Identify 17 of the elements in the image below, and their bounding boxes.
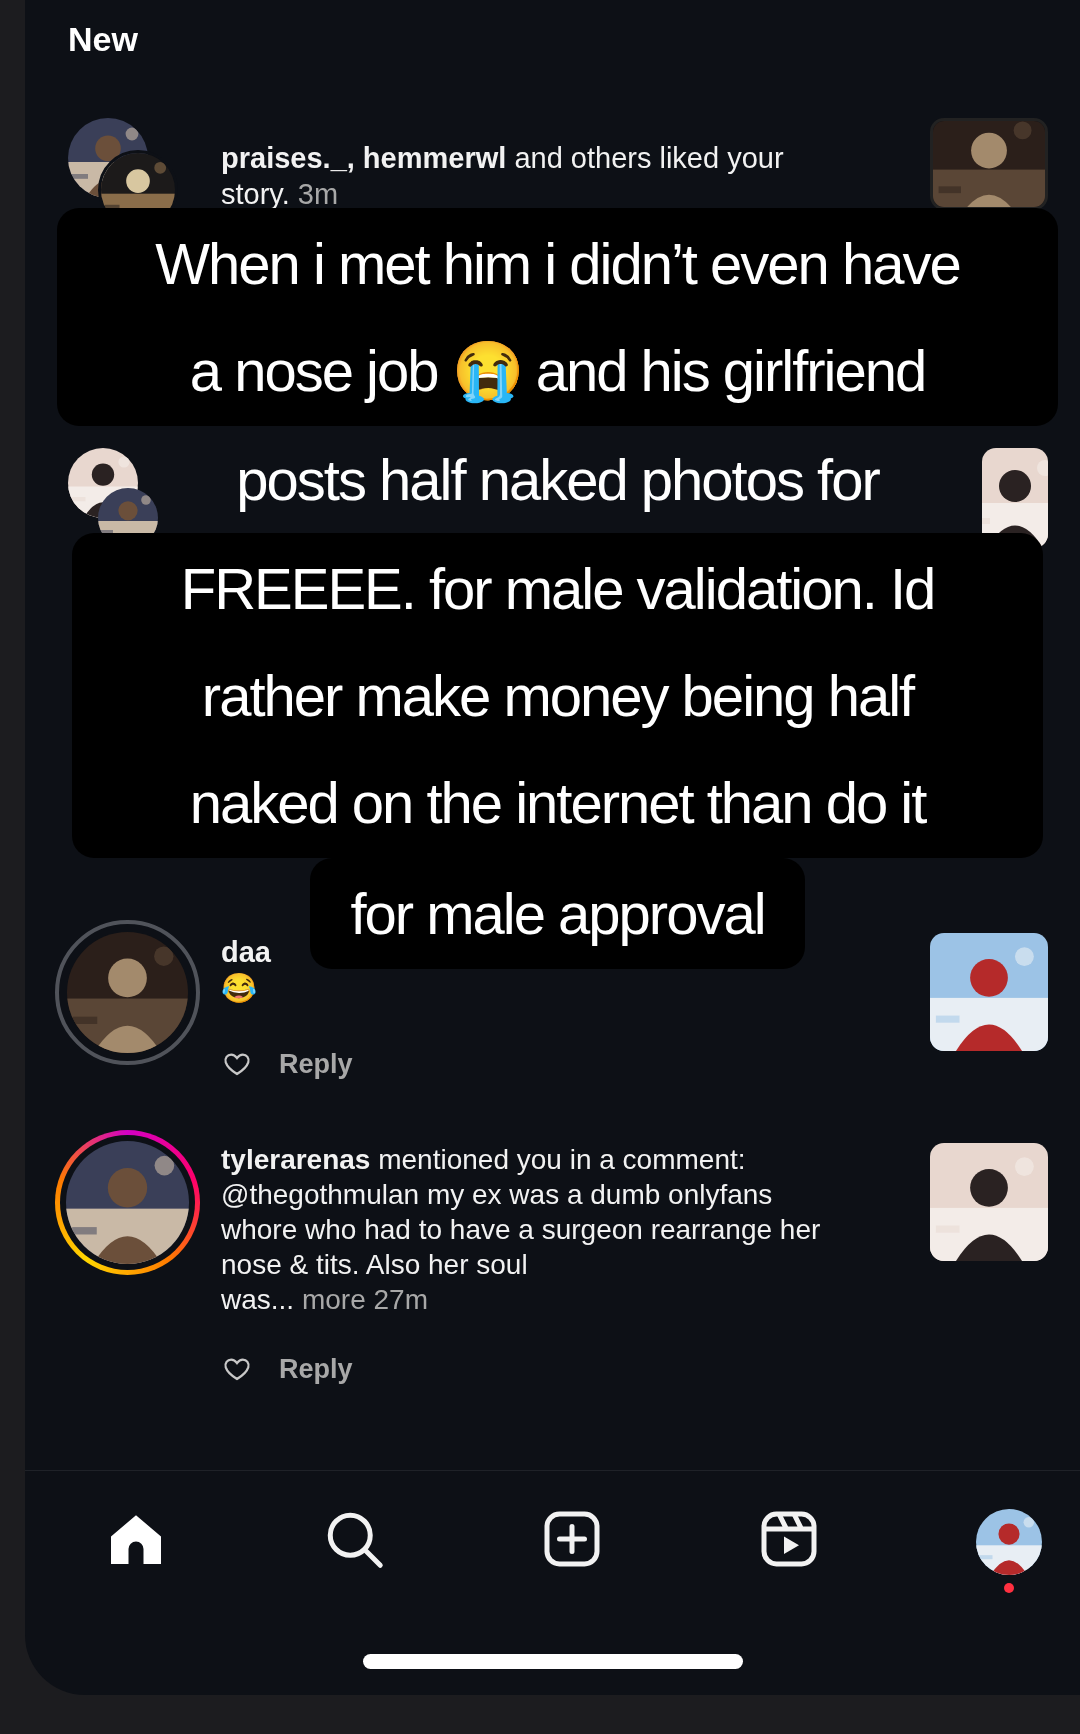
reply-button[interactable]: Reply [279,1349,353,1390]
reels-icon[interactable] [758,1509,819,1569]
more-link[interactable]: more [301,1284,366,1315]
username: daa [221,935,272,970]
comment-text: 😂 [221,971,258,1006]
caption-line: When i met him i didn’t even have [154,230,961,298]
plus-square-icon[interactable] [541,1509,602,1569]
section-title: New [68,19,139,60]
notification-text: praises._, hemmerwl and others liked your story. 3m [221,141,785,212]
caption-line: a nose job 😭 and his girlfriend [188,337,927,406]
notification-text: tylerarenas mentioned you in a comment: @thegothmulan my ex was a dumb onlyfans whore who had to have a surgeon rearrange her nose & tits. Also her soul was... more 27m [221,1143,822,1317]
reply-button[interactable]: Reply [279,1044,353,1085]
caption-line: rather make money being half [200,662,915,730]
caption-line: FREEEE. for male validation. Id [179,555,936,623]
caption-line: posts half naked photos for [236,446,879,514]
caption-line: naked on the internet than do it [188,769,928,837]
caption-line: for male approval [350,880,765,948]
